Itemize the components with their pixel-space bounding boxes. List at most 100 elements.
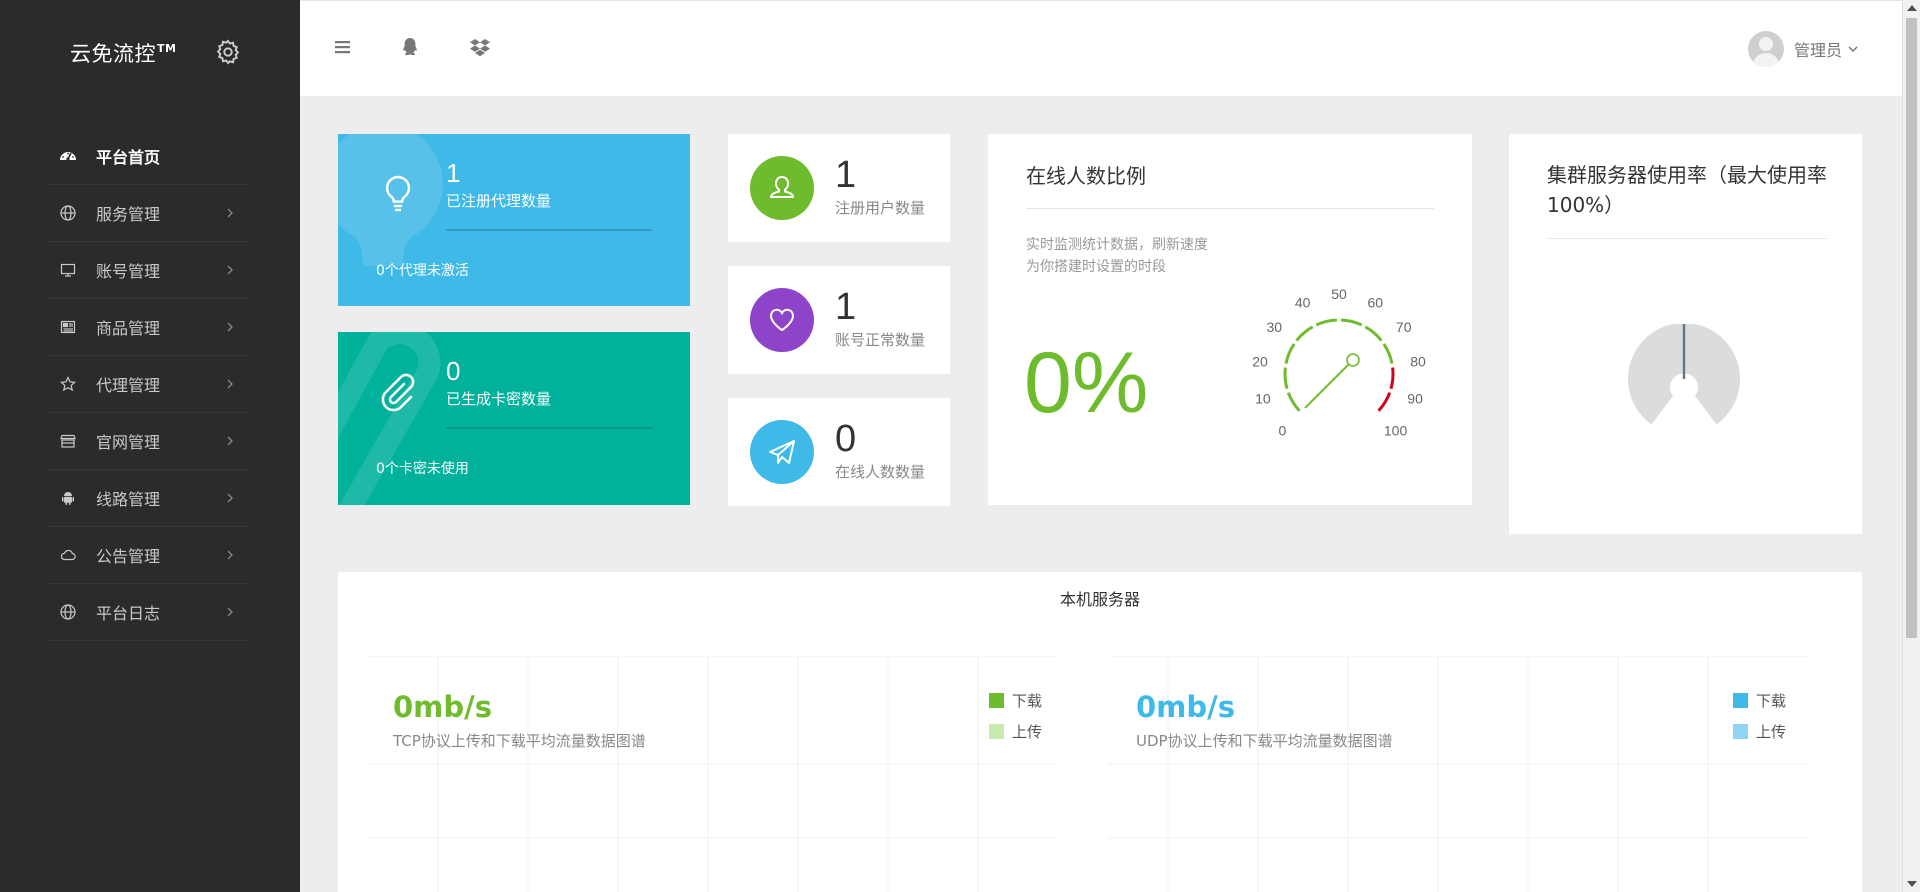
online-ratio-panel: 在线人数比例 实时监测统计数据，刷新速度为你搭建时设置的时段 0% 0 10 20 3… [988, 134, 1472, 505]
gear-icon[interactable] [214, 38, 242, 66]
panel-description: 实时监测统计数据，刷新速度为你搭建时设置的时段 [1026, 237, 1208, 275]
user-menu[interactable]: 管理员 [1747, 31, 1860, 67]
gauge-tick-label: 30 [1266, 319, 1282, 335]
paperclip-icon [381, 373, 415, 412]
legend-swatch [989, 693, 1004, 708]
dashboard-icon [58, 146, 78, 166]
tcp-legend-download[interactable]: 下载 [989, 690, 1042, 711]
cards-count: 0 [446, 356, 461, 386]
chevron-right-icon [227, 208, 233, 218]
divider [446, 427, 652, 429]
chevron-right-icon [227, 607, 233, 617]
cards-footer: 0个卡密未使用 [376, 461, 469, 477]
globe-icon [58, 203, 78, 223]
udp-legend-download[interactable]: 下载 [1733, 690, 1786, 711]
sidebar-item-website[interactable]: 官网管理 [48, 413, 248, 470]
registered-users-count: 1 [835, 154, 857, 196]
sidebar-nav: 平台首页 服务管理 账号管理 商品管理 代理管理 官网管理 线路管理 公告管理 … [48, 128, 248, 641]
gauge-hub [1346, 353, 1360, 367]
legend-swatch [1733, 724, 1748, 739]
gauge-segment [1364, 325, 1383, 342]
chevron-right-icon [227, 265, 233, 275]
sidebar-item-agents[interactable]: 代理管理 [48, 356, 248, 413]
cloud-icon [58, 545, 78, 565]
divider [1547, 238, 1827, 239]
agents-stat-tile: 1 已注册代理数量 0个代理未激活 [338, 134, 690, 306]
dropbox-icon[interactable] [468, 35, 492, 59]
menu-icon[interactable] [330, 35, 354, 59]
brand-logo[interactable]: 云免流控TM [70, 38, 176, 68]
gauge-segment [1295, 325, 1314, 342]
legend-label: 上传 [1756, 723, 1787, 741]
sidebar: 云免流控TM 平台首页 服务管理 账号管理 商品管理 代理管理 官网管理 线路管… [0, 0, 300, 892]
gauge-needle [1304, 362, 1351, 409]
sidebar-item-label: 线路管理 [96, 490, 161, 509]
sidebar-item-logs[interactable]: 平台日志 [48, 584, 248, 641]
gauge-segment [1382, 343, 1394, 364]
store-icon [58, 431, 78, 451]
sidebar-item-label: 代理管理 [96, 376, 161, 395]
sidebar-item-services[interactable]: 服务管理 [48, 185, 248, 242]
gauge-tick-label: 60 [1368, 295, 1384, 311]
panel-title: 在线人数比例 [1026, 164, 1146, 188]
gauge-tick-label: 50 [1331, 286, 1347, 302]
monitor-icon [58, 260, 78, 280]
scroll-up-arrow-icon[interactable] [1907, 5, 1917, 11]
chevron-down-icon [1848, 46, 1858, 52]
legend-label: 上传 [1012, 723, 1043, 741]
top-bar: 管理员 [300, 0, 1902, 96]
sidebar-item-accounts[interactable]: 账号管理 [48, 242, 248, 299]
sidebar-item-lines[interactable]: 线路管理 [48, 470, 248, 527]
normal-accounts-count: 1 [835, 286, 857, 328]
gauge-segment [1389, 367, 1395, 390]
heart-icon [750, 288, 814, 352]
sidebar-item-products[interactable]: 商品管理 [48, 299, 248, 356]
android-icon [58, 488, 78, 508]
sidebar-item-label: 公告管理 [96, 547, 161, 566]
gauge-tick-label: 40 [1295, 295, 1311, 311]
panel-title: 本机服务器 [1059, 590, 1140, 609]
chevron-right-icon [227, 379, 233, 389]
gauge-tick-label: 80 [1410, 353, 1426, 369]
scroll-thumb[interactable] [1906, 18, 1917, 638]
sidebar-item-announcements[interactable]: 公告管理 [48, 527, 248, 584]
page-scrollbar[interactable] [1902, 0, 1920, 892]
gauge-segment [1340, 318, 1363, 327]
cluster-gauge [1628, 324, 1740, 425]
gauge-tick-label: 100 [1384, 423, 1408, 439]
divider [446, 229, 652, 231]
qq-icon[interactable] [398, 35, 422, 59]
chevron-right-icon [227, 322, 233, 332]
cluster-usage-panel: 集群服务器使用率（最大使用率100%） [1509, 134, 1862, 534]
online-users-card: 0 在线人数数量 [728, 398, 950, 506]
gauge-segment [1286, 392, 1301, 412]
chevron-right-icon [227, 550, 233, 560]
tcp-legend-upload[interactable]: 上传 [989, 721, 1042, 742]
legend-label: 下载 [1012, 692, 1043, 710]
legend-label: 下载 [1756, 692, 1787, 710]
gauge-tick-label: 0 [1279, 423, 1287, 439]
divider [1026, 208, 1434, 209]
gauge-tick-label: 20 [1252, 353, 1268, 369]
sidebar-item-label: 官网管理 [96, 433, 161, 452]
sidebar-item-label: 商品管理 [96, 319, 161, 338]
udp-legend-upload[interactable]: 上传 [1733, 721, 1786, 742]
gauge-segment [1377, 392, 1392, 412]
chevron-right-icon [227, 493, 233, 503]
cards-label: 已生成卡密数量 [446, 390, 552, 408]
cards-stat-tile: 0 已生成卡密数量 0个卡密未使用 [338, 332, 690, 505]
scroll-down-arrow-icon[interactable] [1907, 881, 1917, 887]
newspaper-icon [58, 317, 78, 337]
lightbulb-icon [385, 175, 411, 212]
registered-users-label: 注册用户数量 [835, 199, 926, 217]
sidebar-item-home[interactable]: 平台首页 [48, 128, 248, 185]
online-gauge: 0 10 20 30 40 50 60 70 80 90 100 [1252, 286, 1426, 439]
user-name: 管理员 [1793, 41, 1842, 60]
chevron-right-icon [227, 436, 233, 446]
gauge-segment [1283, 367, 1289, 390]
online-percent: 0% [1024, 335, 1149, 431]
gauge-tick-label: 90 [1407, 391, 1423, 407]
avatar [1747, 31, 1784, 67]
tcp-subtitle: TCP协议上传和下载平均流量数据图谱 [393, 732, 646, 750]
trademark: TM [157, 42, 177, 55]
